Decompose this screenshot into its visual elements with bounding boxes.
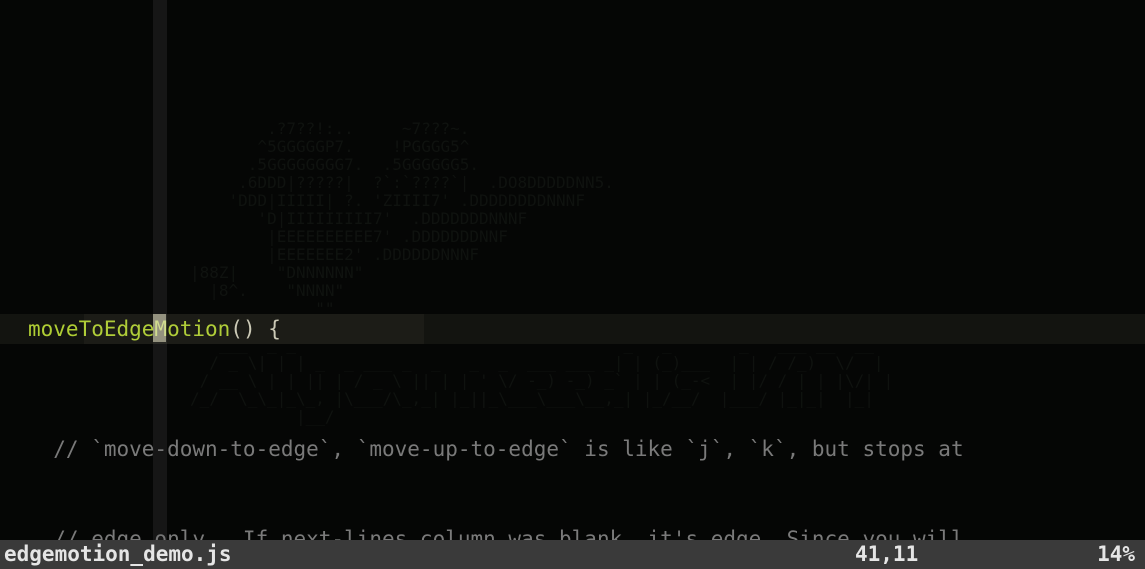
ascii-art-background: .?7??!:.. ~7???~. ^5GGGGGP7. !PGGGG5^ .5…: [190, 120, 893, 426]
status-scroll-percent: 14%: [1075, 540, 1145, 569]
status-cursor-position: 41,11: [855, 540, 1075, 569]
code-editor[interactable]: .?7??!:.. ~7???~. ^5GGGGGP7. !PGGGG5^ .5…: [0, 0, 1145, 540]
code-line: moveToEdgeMotion() {: [28, 314, 1145, 344]
status-filename: edgemotion_demo.js: [4, 540, 855, 569]
code-line-comment: // edge only. If next-lines column was b…: [28, 524, 1145, 540]
function-name: moveToEdgeMotion: [28, 317, 230, 341]
function-open: () {: [230, 317, 281, 341]
status-bar: edgemotion_demo.js 41,11 14%: [0, 540, 1145, 569]
code-line-comment: // `move-down-to-edge`, `move-up-to-edge…: [28, 434, 1145, 464]
